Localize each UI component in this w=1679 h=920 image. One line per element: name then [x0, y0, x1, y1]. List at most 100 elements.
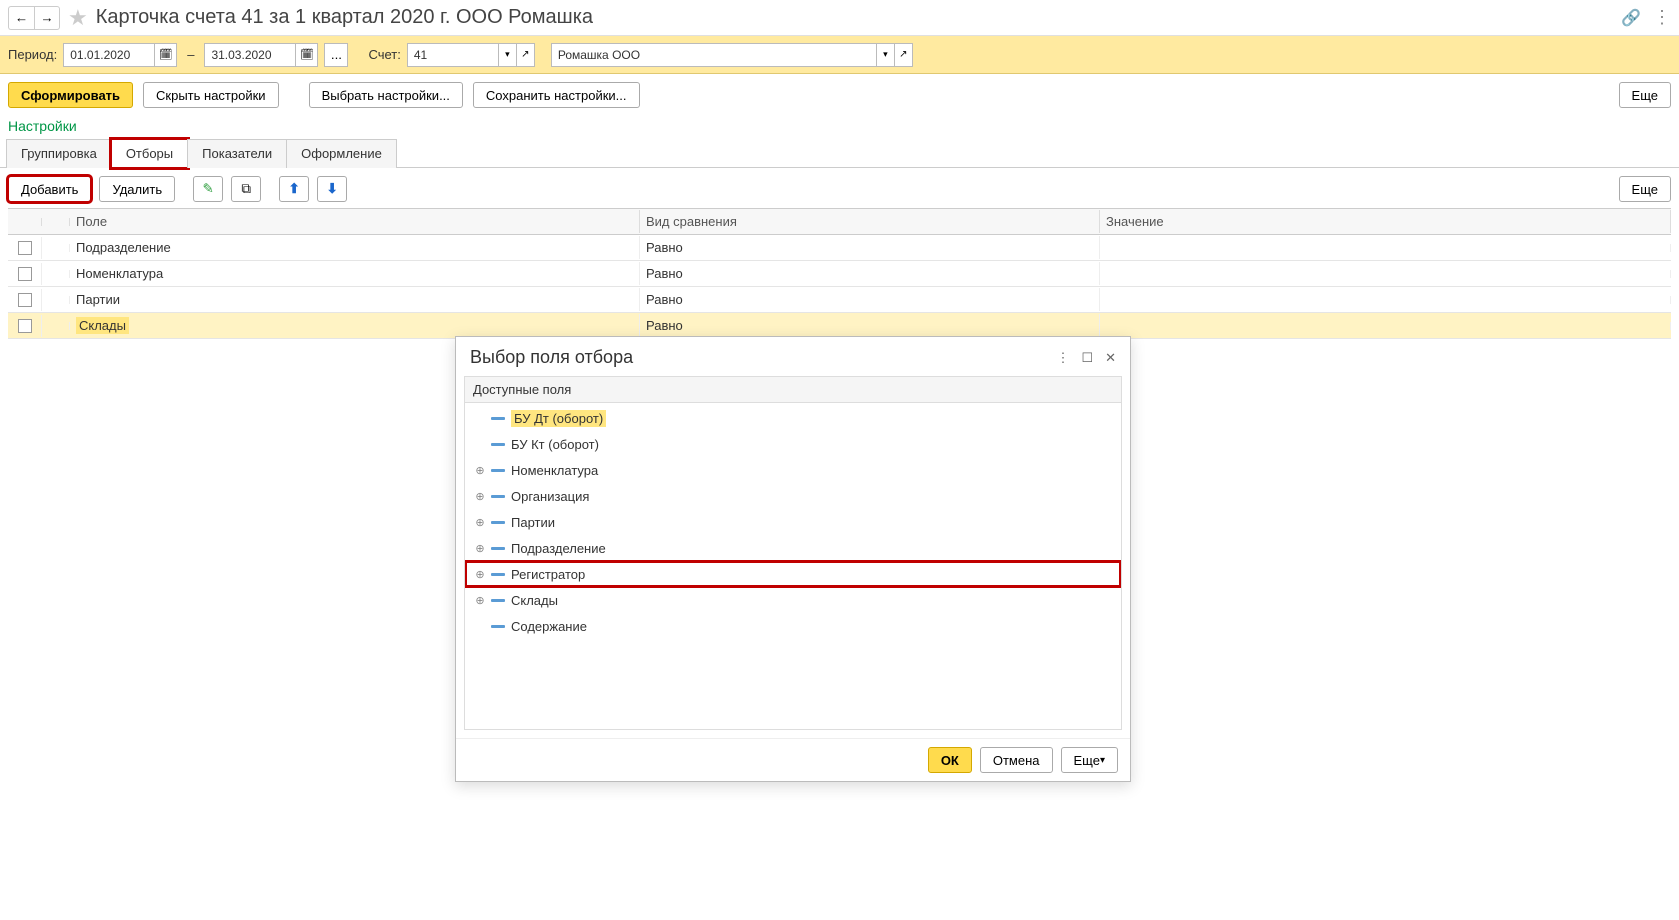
dialog-cancel-label: Отмена [993, 753, 1040, 768]
dialog-ok-button[interactable]: ОК [928, 747, 972, 773]
arrow-down-icon: ⬇ [327, 181, 338, 197]
tab-indicators[interactable]: Показатели [187, 139, 287, 168]
tab-design[interactable]: Оформление [286, 139, 397, 168]
expand-icon[interactable]: ⊕ [473, 568, 487, 581]
pencil-icon: ✎ [203, 181, 214, 197]
field-icon [491, 599, 505, 602]
date-from-value: 01.01.2020 [70, 48, 130, 62]
date-to-value: 31.03.2020 [211, 48, 271, 62]
row-value-cell[interactable] [1100, 244, 1671, 252]
field-picker-dialog: Выбор поля отбора ⋮ ☐ ✕ Доступные поля Б… [455, 336, 1131, 782]
hide-settings-label: Скрыть настройки [156, 88, 266, 103]
row-checkbox[interactable] [18, 319, 32, 333]
field-icon [491, 521, 505, 524]
edit-icon-button[interactable]: ✎ [193, 176, 223, 202]
row-field-label: Номенклатура [76, 266, 163, 281]
star-icon[interactable]: ★ [68, 5, 88, 31]
field-icon [491, 573, 505, 576]
actions-row: Сформировать Скрыть настройки Выбрать на… [0, 74, 1679, 116]
row-checkbox[interactable] [18, 267, 32, 281]
dialog-cancel-button[interactable]: Отмена [980, 747, 1053, 773]
hide-settings-button[interactable]: Скрыть настройки [143, 82, 279, 108]
row-value-cell[interactable] [1100, 322, 1671, 330]
organization-input[interactable]: Ромашка ООО [551, 43, 877, 67]
tree-item[interactable]: ⊕Склады [465, 587, 1121, 613]
dialog-more-button[interactable]: Еще [1061, 747, 1118, 773]
account-input[interactable]: 41 [407, 43, 499, 67]
save-settings-button[interactable]: Сохранить настройки... [473, 82, 640, 108]
delete-filter-button[interactable]: Удалить [99, 176, 175, 202]
tree-item[interactable]: БУ Дт (оборот) [465, 405, 1121, 431]
organization-open-button[interactable]: ↗ [895, 43, 913, 67]
table-row[interactable]: ПартииРавно [8, 287, 1671, 313]
col-compare: Вид сравнения [640, 210, 1100, 233]
expand-icon[interactable]: ⊕ [473, 516, 487, 529]
row-value-cell[interactable] [1100, 296, 1671, 304]
copy-icon-button[interactable]: ⧉ [231, 176, 261, 202]
arrow-up-icon: ⬆ [289, 181, 300, 197]
row-checkbox[interactable] [18, 241, 32, 255]
form-button-label: Сформировать [21, 88, 120, 103]
organization-value: Ромашка ООО [558, 48, 640, 62]
add-filter-button[interactable]: Добавить [8, 176, 91, 202]
expand-icon[interactable]: ⊕ [473, 490, 487, 503]
filter-more-button[interactable]: Еще [1619, 176, 1671, 202]
dialog-kebab-icon[interactable]: ⋮ [1056, 350, 1069, 366]
row-compare-label: Равно [640, 262, 1100, 285]
kebab-menu-icon[interactable]: ⋮ [1653, 7, 1671, 28]
period-label: Период: [8, 47, 57, 62]
period-picker-button[interactable]: ... [324, 43, 348, 67]
forward-button[interactable]: → [34, 6, 60, 30]
dialog-maximize-icon[interactable]: ☐ [1081, 350, 1093, 366]
tab-grouping[interactable]: Группировка [6, 139, 112, 168]
row-checkbox[interactable] [18, 293, 32, 307]
link-icon[interactable]: 🔗 [1621, 8, 1641, 28]
account-dropdown-button[interactable]: ▾ [499, 43, 517, 67]
tree-item[interactable]: ⊕Подразделение [465, 535, 1121, 561]
dialog-close-icon[interactable]: ✕ [1105, 350, 1116, 366]
form-button[interactable]: Сформировать [8, 82, 133, 108]
date-to-calendar-button[interactable]: 🗓 [296, 43, 318, 67]
expand-icon[interactable]: ⊕ [473, 464, 487, 477]
ellipsis-icon: ... [331, 47, 342, 62]
tree-item[interactable]: Содержание [465, 613, 1121, 639]
tree-item[interactable]: ⊕Номенклатура [465, 457, 1121, 483]
open-icon: ↗ [521, 49, 529, 60]
table-row[interactable]: Номенклатура Равно [8, 261, 1671, 287]
table-row[interactable]: ПодразделениеРавно [8, 235, 1671, 261]
row-compare-label: Равно [640, 236, 1100, 259]
settings-tabs: Группировка Отборы Показатели Оформление [0, 138, 1679, 168]
field-icon [491, 547, 505, 550]
account-open-button[interactable]: ↗ [517, 43, 535, 67]
date-to-input[interactable]: 31.03.2020 [204, 43, 296, 67]
back-button[interactable]: ← [8, 6, 34, 30]
col-value: Значение [1100, 210, 1671, 233]
tree-item[interactable]: ⊕Регистратор [465, 561, 1121, 587]
filter-toolbar: Добавить Удалить ✎ ⧉ ⬆ ⬇ Еще [0, 168, 1679, 208]
tree-item[interactable]: ⊕Партии [465, 509, 1121, 535]
expand-icon[interactable]: ⊕ [473, 594, 487, 607]
grid-header: Поле Вид сравнения Значение [8, 209, 1671, 235]
dialog-header: Выбор поля отбора ⋮ ☐ ✕ [456, 337, 1130, 376]
date-from-calendar-button[interactable]: 🗓 [155, 43, 177, 67]
tab-grouping-label: Группировка [21, 146, 97, 161]
dialog-ok-label: ОК [941, 753, 959, 768]
row-field-label: Склады [76, 317, 129, 334]
organization-dropdown-button[interactable]: ▾ [877, 43, 895, 67]
date-from-input[interactable]: 01.01.2020 [63, 43, 155, 67]
account-value: 41 [414, 48, 427, 62]
more-label: Еще [1632, 88, 1658, 103]
move-down-button[interactable]: ⬇ [317, 176, 347, 202]
settings-label: Настройки [0, 116, 1679, 138]
expand-icon[interactable]: ⊕ [473, 542, 487, 555]
tab-filters[interactable]: Отборы [111, 139, 188, 168]
choose-settings-button[interactable]: Выбрать настройки... [309, 82, 463, 108]
copy-icon: ⧉ [241, 181, 251, 197]
more-button-top[interactable]: Еще [1619, 82, 1671, 108]
move-up-button[interactable]: ⬆ [279, 176, 309, 202]
row-value-cell[interactable] [1100, 270, 1671, 278]
dialog-subtitle: Доступные поля [464, 376, 1122, 403]
tree-item[interactable]: ⊕Организация [465, 483, 1121, 509]
field-tree[interactable]: БУ Дт (оборот)БУ Кт (оборот)⊕Номенклатур… [464, 403, 1122, 730]
tree-item[interactable]: БУ Кт (оборот) [465, 431, 1121, 457]
